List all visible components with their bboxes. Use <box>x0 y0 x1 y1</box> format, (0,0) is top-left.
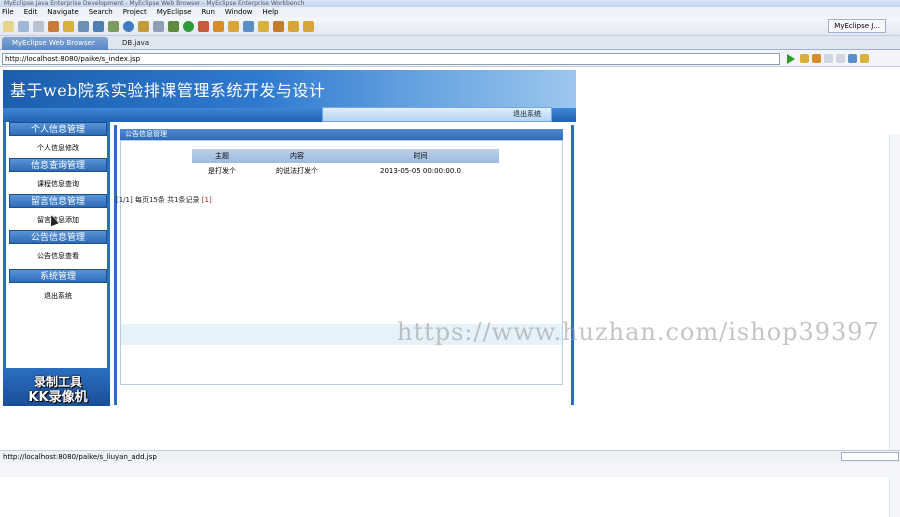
site-watermark: https://www.huzhan.com/ishop39397 <box>397 318 880 346</box>
table-header: 主题 内容 时间 <box>192 149 499 163</box>
open-type-icon[interactable] <box>213 20 224 32</box>
address-bar <box>0 50 900 67</box>
tab-db-java[interactable]: DB.java <box>112 37 172 50</box>
go-icon[interactable] <box>787 54 795 64</box>
external-tools-icon[interactable] <box>198 20 209 32</box>
menu-myeclipse[interactable]: MyEclipse <box>157 7 192 17</box>
window-icon[interactable] <box>153 20 164 32</box>
menu-item-course-query[interactable]: 课程信息查询 <box>9 177 107 191</box>
server-icon[interactable] <box>93 20 104 32</box>
section-message[interactable]: 留言信息管理 <box>9 194 107 208</box>
settings-icon[interactable] <box>63 20 74 32</box>
browser-icon[interactable] <box>243 20 254 32</box>
new-icon[interactable] <box>3 20 14 32</box>
globe-icon[interactable] <box>123 20 134 32</box>
browser-nav <box>800 54 869 63</box>
section-system[interactable]: 系统管理 <box>9 269 107 283</box>
menu-navigate[interactable]: Navigate <box>47 7 78 17</box>
menu-run[interactable]: Run <box>201 7 214 17</box>
stop-icon[interactable] <box>836 54 845 63</box>
pen-icon[interactable] <box>273 20 284 32</box>
view-source-icon[interactable] <box>860 54 869 63</box>
browser-viewport: 基于web院系实验排课管理系统开发与设计 退出系统 个人信息管理 个人信息修改 … <box>0 67 900 517</box>
menu-item-edit-profile[interactable]: 个人信息修改 <box>9 141 107 155</box>
pagination-summary: [1/1] 每页15条 共1条记录 <box>116 196 200 204</box>
cell-subject: 是打发个 <box>208 167 236 175</box>
back-icon[interactable] <box>812 54 821 63</box>
url-input[interactable] <box>2 53 780 65</box>
menu-edit[interactable]: Edit <box>24 7 38 17</box>
print-icon[interactable] <box>33 20 44 32</box>
build-icon[interactable] <box>48 20 59 32</box>
deploy-icon[interactable] <box>78 20 89 32</box>
menu-window[interactable]: Window <box>225 7 253 17</box>
status-progress <box>841 452 899 461</box>
section-personal-info[interactable]: 个人信息管理 <box>9 122 107 136</box>
window-title: MyEclipse Java Enterprise Development - … <box>0 0 900 7</box>
grid-icon[interactable] <box>228 20 239 32</box>
menu-item-logout[interactable]: 退出系统 <box>9 289 107 303</box>
cell-time: 2013-05-05 00:00:00.0 <box>379 167 462 175</box>
save-icon[interactable] <box>18 20 29 32</box>
perspective-switcher[interactable]: MyEclipse J... <box>828 19 886 33</box>
column-header-time: 时间 <box>413 152 428 160</box>
lock-icon[interactable] <box>138 20 149 32</box>
toolbar: MyEclipse J... <box>0 17 900 36</box>
forward-icon[interactable] <box>824 54 833 63</box>
recorder-watermark: 录制工具 KK录像机 <box>18 375 98 405</box>
menu-help[interactable]: Help <box>263 7 279 17</box>
menu-bar: File Edit Navigate Search Project MyEcli… <box>0 7 900 17</box>
settings-icon[interactable] <box>800 54 809 63</box>
site-header: 基于web院系实验排课管理系统开发与设计 退出系统 <box>3 70 576 122</box>
bottom-strip <box>0 463 900 477</box>
recorder-watermark-line2: KK录像机 <box>28 390 88 405</box>
pagination: [1/1] 每页15条 共1条记录 [1] <box>116 195 212 205</box>
menu-search[interactable]: Search <box>89 7 113 17</box>
tab-myeclipse-web-browser[interactable]: MyEclipse Web Browser <box>2 37 108 50</box>
menu-item-view-announcement[interactable]: 公告信息查看 <box>9 249 107 263</box>
cell-content: 的说法打发个 <box>276 167 318 175</box>
database-icon[interactable] <box>108 20 119 32</box>
column-header-subject: 主题 <box>215 152 229 160</box>
status-url: http://localhost:8080/paike/s_liuyan_add… <box>3 453 157 461</box>
recorder-watermark-line1: 录制工具 <box>33 375 82 389</box>
site-title: 基于web院系实验排课管理系统开发与设计 <box>10 81 326 100</box>
debug-icon[interactable] <box>168 20 179 32</box>
table-row[interactable]: 是打发个 的说法打发个 2013-05-05 00:00:00.0 <box>192 165 499 177</box>
panel-title: 公告信息管理 <box>120 129 563 140</box>
page-link-1[interactable]: [1] <box>202 196 212 204</box>
menu-project[interactable]: Project <box>123 7 147 17</box>
section-info-query[interactable]: 信息查询管理 <box>9 158 107 172</box>
section-announcement[interactable]: 公告信息管理 <box>9 230 107 244</box>
back-icon[interactable] <box>288 20 299 32</box>
menu-item-add-message[interactable]: 留言信息添加 <box>9 213 107 227</box>
column-header-content: 内容 <box>290 152 304 160</box>
status-bar: http://localhost:8080/paike/s_liuyan_add… <box>0 450 900 463</box>
forward-icon[interactable] <box>303 20 314 32</box>
menu-file[interactable]: File <box>2 7 14 17</box>
logout-link[interactable]: 退出系统 <box>322 107 552 122</box>
run-icon[interactable] <box>183 20 194 32</box>
editor-tabs: MyEclipse Web Browser DB.java <box>0 36 900 50</box>
left-menu: 个人信息管理 个人信息修改 信息查询管理 课程信息查询 留言信息管理 留言信息添… <box>3 122 110 402</box>
refresh-icon[interactable] <box>848 54 857 63</box>
search-icon[interactable] <box>258 20 269 32</box>
